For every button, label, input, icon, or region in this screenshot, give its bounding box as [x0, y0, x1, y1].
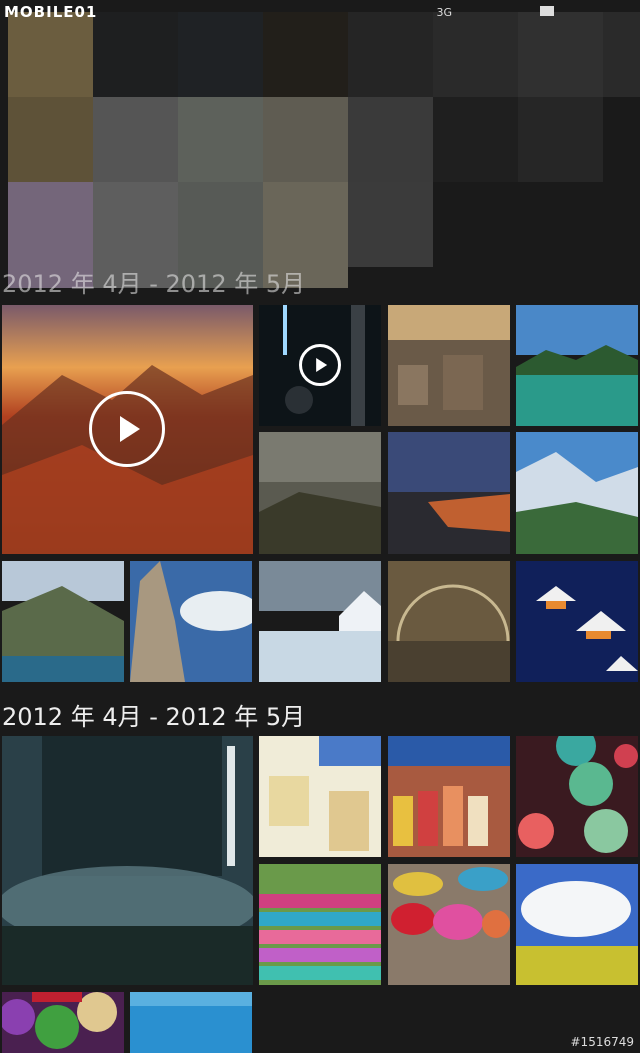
cloudy-field-image [516, 864, 638, 985]
photo-thumbnail-bokeh-balls[interactable] [516, 736, 638, 857]
photo-thumbnail-blue-sea[interactable] [130, 992, 252, 1053]
play-icon[interactable] [89, 391, 165, 467]
photo-thumbnail-green-bay[interactable] [516, 305, 638, 426]
photo-thumbnail-misty-waterfall[interactable] [2, 736, 253, 985]
photo-thumbnail-stormy-valley[interactable] [259, 432, 381, 554]
brand-logo: MOBILE01 [4, 3, 98, 21]
photo-thumbnail-old-city[interactable] [388, 305, 510, 426]
photo-thumbnail-snowy-village[interactable] [516, 561, 638, 682]
video-thumbnail-night-figure[interactable] [259, 305, 381, 426]
blue-sea-image [130, 992, 252, 1053]
yarn-image [388, 864, 510, 985]
iceberg-image [259, 561, 381, 682]
section-header-partial: 2012 年 4月 - 2012 年 5月 [2, 270, 306, 298]
photo-thumbnail-paper-flowers[interactable] [2, 992, 124, 1053]
rainbow-image [388, 561, 510, 682]
photo-thumbnail-coastal-village[interactable] [2, 561, 124, 682]
photo-thumbnail-iceberg[interactable] [259, 561, 381, 682]
watermark: #1516749 [570, 1035, 635, 1049]
snowy-village-image [516, 561, 638, 682]
rock-spire-image [130, 561, 252, 682]
colored-boats-image [259, 864, 381, 985]
photo-thumbnail-greek-houses[interactable] [259, 736, 381, 857]
alpine-valley-image [516, 432, 638, 554]
paper-flowers-image [2, 992, 124, 1053]
photo-thumbnail-alpine-valley[interactable] [516, 432, 638, 554]
photo-thumbnail-rainbow[interactable] [388, 561, 510, 682]
old-city-image [388, 305, 510, 426]
video-thumbnail-sunset-mountains[interactable] [2, 305, 253, 554]
photo-thumbnail-yarn[interactable] [388, 864, 510, 985]
network-indicator: 3G [436, 6, 452, 19]
play-icon[interactable] [299, 344, 341, 386]
coastal-village-image [2, 561, 124, 682]
stormy-valley-image [259, 432, 381, 554]
battery-icon [540, 6, 554, 16]
misty-waterfall-image [2, 736, 253, 985]
pixelated-region [8, 12, 640, 288]
photo-thumbnail-canyon[interactable] [388, 432, 510, 554]
photo-thumbnail-colored-boats[interactable] [259, 864, 381, 985]
photo-thumbnail-rock-spire[interactable] [130, 561, 252, 682]
green-bay-image [516, 305, 638, 426]
colorful-village-image [388, 736, 510, 857]
bokeh-balls-image [516, 736, 638, 857]
photo-thumbnail-colorful-village[interactable] [388, 736, 510, 857]
section-header: 2012 年 4月 - 2012 年 5月 [2, 703, 306, 731]
status-bar: MOBILE01 3G [0, 0, 640, 28]
photo-thumbnail-cloudy-field[interactable] [516, 864, 638, 985]
canyon-image [388, 432, 510, 554]
greek-houses-image [259, 736, 381, 857]
